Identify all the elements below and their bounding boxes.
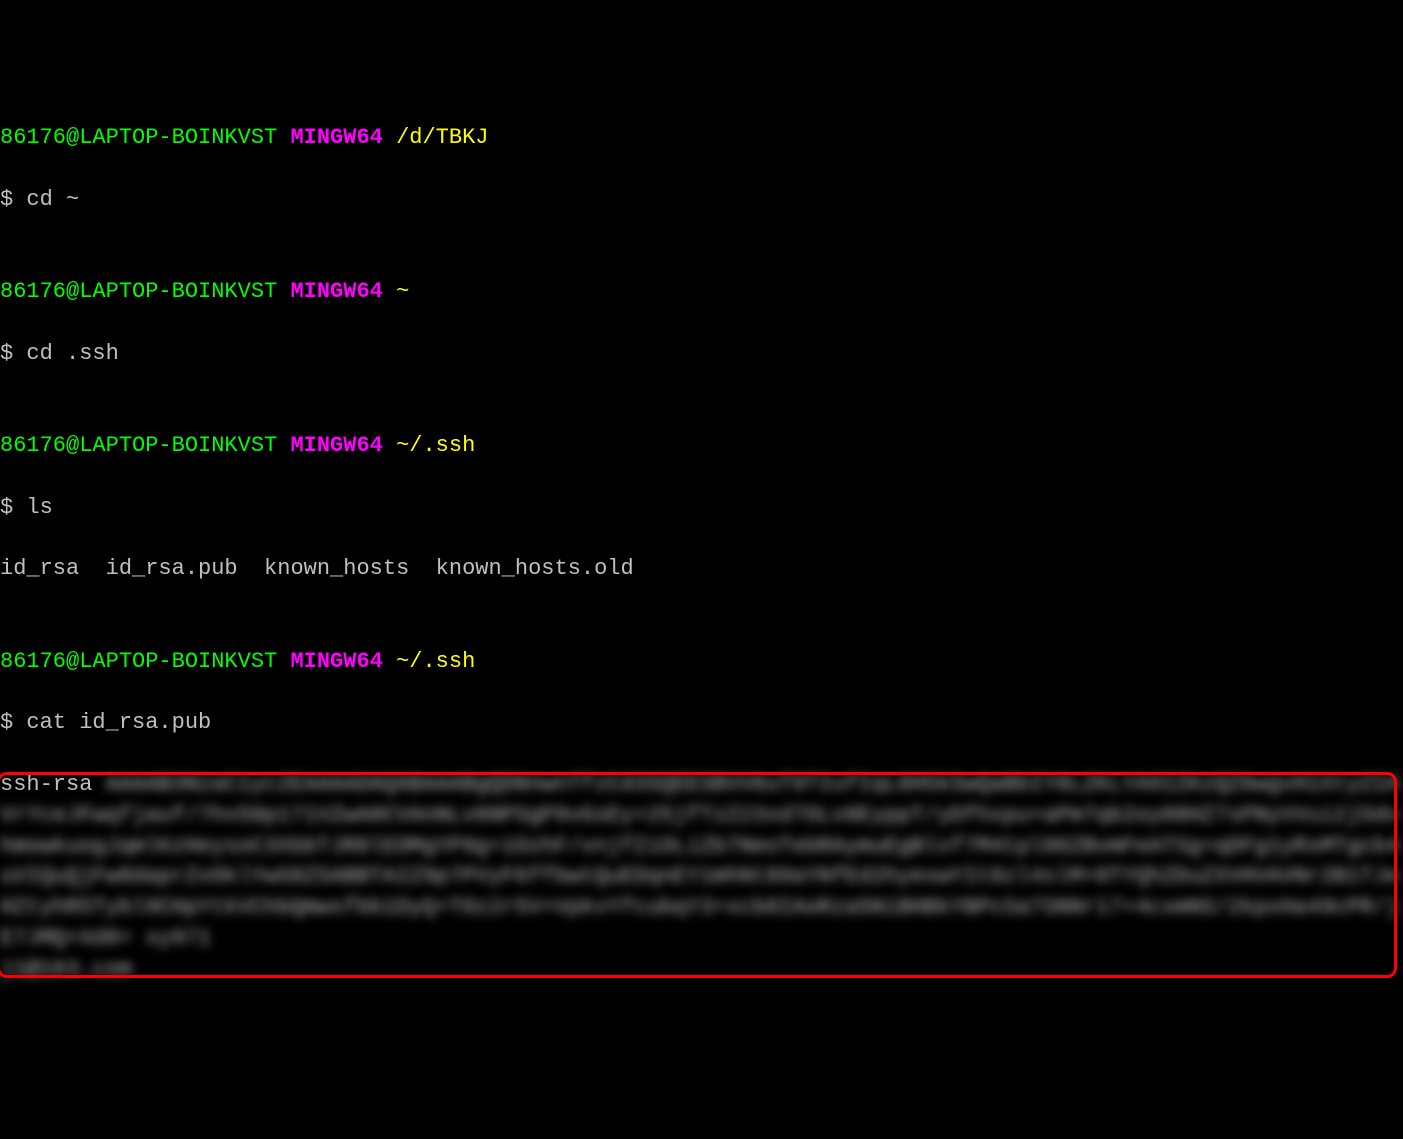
- env-label: MINGW64: [290, 279, 382, 304]
- prompt-symbol: $: [0, 710, 13, 735]
- command-cd-ssh: cd .ssh: [26, 341, 118, 366]
- cwd-path: ~/.ssh: [396, 433, 475, 458]
- env-label: MINGW64: [290, 649, 382, 674]
- ls-output: id_rsa id_rsa.pub known_hosts known_host…: [0, 554, 1403, 585]
- ssh-key-comment-redacted: j1@163.com: [0, 957, 132, 982]
- cwd-path: ~/.ssh: [396, 649, 475, 674]
- user-host-prompt: 86176@LAPTOP-BOINKVST: [0, 279, 277, 304]
- user-host-prompt: 86176@LAPTOP-BOINKVST: [0, 125, 277, 150]
- ssh-public-key-output: ssh-rsa AAAAB3NzaC1yc2EAAAADAQABAAABgQDN…: [0, 770, 1403, 986]
- env-label: MINGW64: [290, 125, 382, 150]
- env-label: MINGW64: [290, 433, 382, 458]
- prompt-symbol: $: [0, 187, 13, 212]
- command-cd-home: cd ~: [26, 187, 79, 212]
- terminal[interactable]: 86176@LAPTOP-BOINKVST MINGW64 /d/TBKJ $ …: [0, 123, 1403, 985]
- user-host-prompt: 86176@LAPTOP-BOINKVST: [0, 433, 277, 458]
- ssh-key-body-redacted: AAAAB3NzaC1yc2EAAAADAQABAAABgQDNnwnTfzCd…: [0, 772, 1399, 951]
- cwd-path: ~: [396, 279, 409, 304]
- ssh-key-type: ssh-rsa: [0, 772, 92, 797]
- prompt-symbol: $: [0, 495, 13, 520]
- command-cat-pubkey: cat id_rsa.pub: [26, 710, 211, 735]
- prompt-symbol: $: [0, 341, 13, 366]
- user-host-prompt: 86176@LAPTOP-BOINKVST: [0, 649, 277, 674]
- cwd-path: /d/TBKJ: [396, 125, 488, 150]
- command-ls: ls: [26, 495, 52, 520]
